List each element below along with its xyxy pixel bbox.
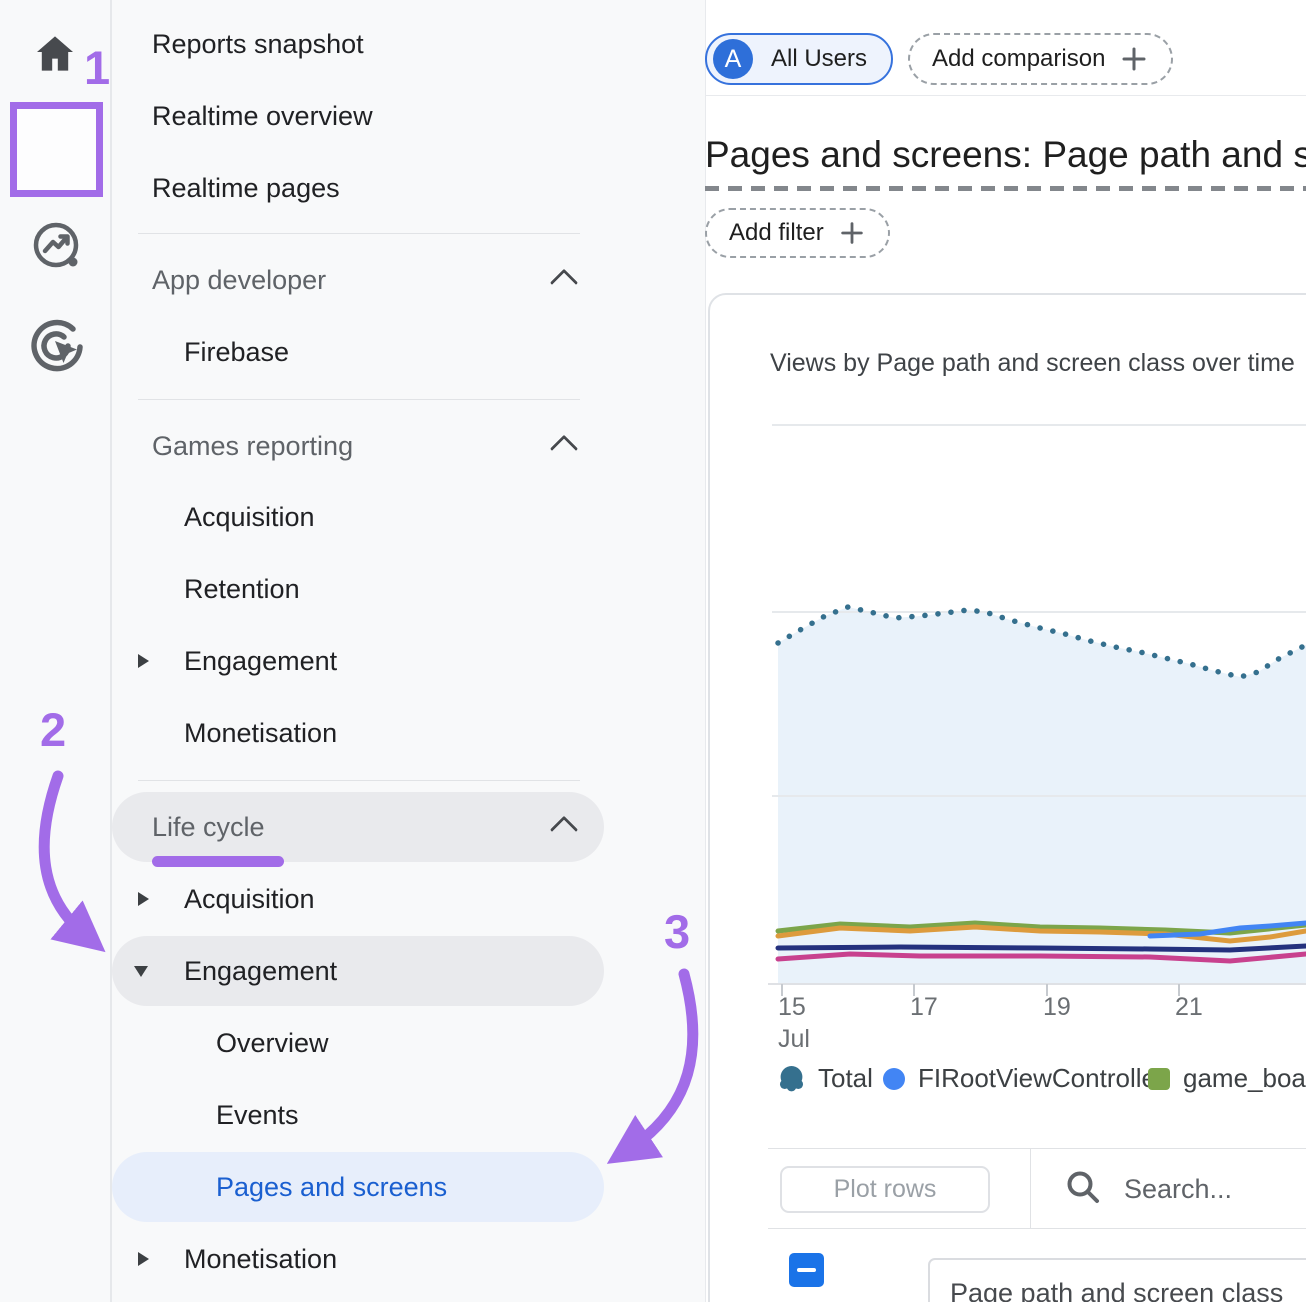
annotation-step-2: 2 (40, 706, 66, 753)
expand-arrow-icon (138, 892, 149, 906)
nav-item-games-monetisation[interactable]: Monetisation (112, 697, 707, 769)
nav-item-engagement-overview[interactable]: Overview (112, 1007, 707, 1079)
search-input[interactable]: Search... (1124, 1174, 1232, 1205)
nav-item-engagement-events[interactable]: Events (112, 1079, 707, 1151)
nav-section-life-cycle[interactable]: Life cycle (112, 792, 604, 862)
report-nav-panel: Reports snapshot Realtime overview Realt… (112, 0, 706, 1302)
nav-item-realtime-overview[interactable]: Realtime overview (112, 80, 707, 152)
chevron-up-icon (550, 435, 578, 463)
nav-item-reports-snapshot[interactable]: Reports snapshot (112, 8, 707, 80)
views-chart-card (708, 293, 1306, 1302)
expand-arrow-icon (138, 654, 149, 668)
nav-item-label: Realtime pages (112, 173, 340, 204)
expand-arrow-icon (138, 1252, 149, 1266)
select-all-checkbox-indeterminate[interactable] (789, 1253, 824, 1287)
nav-item-firebase[interactable]: Firebase (112, 316, 707, 388)
total-scallop-icon (778, 1065, 805, 1092)
nav-divider (138, 233, 580, 234)
annotation-highlight-box (10, 102, 103, 197)
annotation-step-3: 3 (664, 908, 690, 955)
chevron-up-icon (550, 269, 578, 297)
column-header-label: Page path and screen class (950, 1278, 1283, 1302)
nav-item-label: Pages and screens (112, 1172, 447, 1203)
indeterminate-minus-icon (797, 1268, 816, 1273)
nav-item-games-acquisition[interactable]: Acquisition (112, 481, 707, 553)
nav-item-lifecycle-monetisation[interactable]: Monetisation (112, 1223, 707, 1295)
advertising-icon[interactable] (28, 316, 86, 374)
legend-item-game-board[interactable]: game_boa (1148, 1063, 1306, 1094)
nav-section-games-reporting[interactable]: Games reporting (112, 410, 707, 482)
nav-item-label: Retention (112, 574, 300, 605)
add-filter-label: Add filter (729, 219, 824, 247)
collapse-arrow-icon (134, 966, 148, 977)
nav-item-games-engagement[interactable]: Engagement (112, 625, 707, 697)
legend-label: FIRootViewController (918, 1063, 1165, 1094)
annotation-underline (152, 856, 284, 867)
nav-section-app-developer[interactable]: App developer (112, 244, 707, 316)
chevron-up-icon (550, 816, 578, 844)
add-filter-button[interactable]: Add filter (705, 208, 890, 258)
nav-item-label: Events (112, 1100, 299, 1131)
nav-item-label: Firebase (112, 337, 289, 368)
nav-item-label: Acquisition (112, 502, 315, 533)
legend-circle-icon (883, 1068, 905, 1090)
legend-item-total[interactable]: Total (778, 1063, 873, 1094)
toolbar-divider-bottom (768, 1228, 1306, 1229)
nav-section-label: Games reporting (112, 431, 353, 462)
page-title: Pages and screens: Page path and screen … (705, 134, 1306, 176)
legend-label: game_boa (1183, 1063, 1306, 1094)
audience-chip-label: All Users (771, 45, 867, 73)
annotation-step-1: 1 (84, 44, 110, 91)
nav-item-games-retention[interactable]: Retention (112, 553, 707, 625)
nav-item-lifecycle-engagement[interactable]: Engagement (112, 936, 604, 1006)
toolbar-vertical-divider (1030, 1148, 1031, 1228)
nav-item-lifecycle-acquisition[interactable]: Acquisition (112, 863, 707, 935)
title-dashed-underline (705, 186, 1306, 191)
search-icon[interactable] (1064, 1168, 1102, 1206)
audience-chip-all-users[interactable]: A All Users (705, 33, 893, 85)
nav-item-label: Realtime overview (112, 101, 373, 132)
nav-item-label: Monetisation (112, 718, 337, 749)
plot-rows-button[interactable]: Plot rows (780, 1166, 990, 1213)
toolbar-divider-top (768, 1148, 1306, 1149)
plus-icon (838, 219, 866, 247)
audience-avatar: A (713, 39, 753, 79)
column-header-page-path[interactable]: Page path and screen class (928, 1258, 1306, 1302)
nav-item-label: Overview (112, 1028, 329, 1059)
nav-item-realtime-pages[interactable]: Realtime pages (112, 152, 707, 224)
chart-title: Views by Page path and screen class over… (770, 349, 1295, 378)
nav-section-label: App developer (112, 265, 326, 296)
plot-rows-label: Plot rows (834, 1175, 937, 1204)
home-icon[interactable] (31, 28, 79, 80)
nav-divider (138, 399, 580, 400)
nav-item-label: Reports snapshot (112, 29, 364, 60)
add-comparison-label: Add comparison (932, 45, 1105, 73)
plus-icon (1119, 44, 1149, 74)
nav-section-label: Life cycle (112, 812, 265, 843)
explore-icon[interactable] (30, 220, 84, 274)
legend-square-icon (1148, 1068, 1170, 1090)
nav-divider (138, 780, 580, 781)
ga4-reports-page: Reports snapshot Realtime overview Realt… (0, 0, 1306, 1302)
nav-item-pages-and-screens-selected[interactable]: Pages and screens (112, 1152, 604, 1222)
legend-item-firootviewcontroller[interactable]: FIRootViewController (883, 1063, 1165, 1094)
legend-label: Total (818, 1063, 873, 1094)
add-comparison-button[interactable]: Add comparison (908, 33, 1173, 85)
header-divider (705, 95, 1306, 96)
